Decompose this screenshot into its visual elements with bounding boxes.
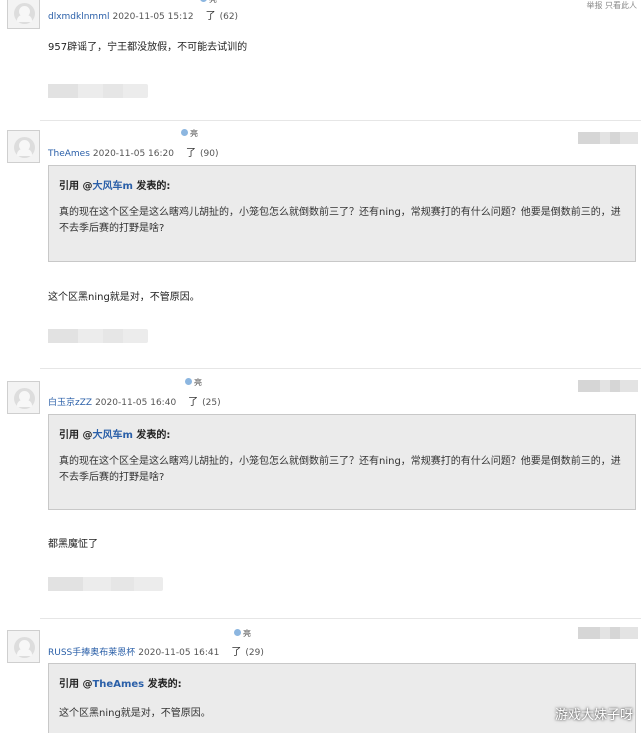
quote-block: 引用 @大风车m 发表的: 真的现在这个区全是这么瞎鸡儿胡扯的，小笼包怎么就倒数… <box>48 414 636 510</box>
quote-header: 引用 @TheAmes 发表的: <box>59 679 182 690</box>
quote-text: 这个区黑ning就是对，不管原因。 <box>59 708 211 719</box>
post-content: 这个区黑ning就是对，不管原因。 <box>48 292 200 303</box>
liao-button[interactable]: 了 <box>231 647 241 658</box>
post-time: 2020-11-05 16:40 <box>95 398 177 408</box>
quote-block: 引用 @TheAmes 发表的: 这个区黑ning就是对，不管原因。 <box>48 663 636 733</box>
reply-toolbar <box>578 380 638 392</box>
light-up-button[interactable]: 亮 <box>234 628 251 639</box>
post-meta: 白玉京zZZ 2020-11-05 16:40 了 (25) <box>48 393 221 408</box>
username-link[interactable]: dlxmdklnmml <box>48 12 109 22</box>
light-up-button[interactable]: 亮 <box>200 0 217 5</box>
bulb-icon <box>234 629 241 636</box>
divider <box>40 368 641 369</box>
quote-author-link[interactable]: 大风车m <box>92 181 132 192</box>
avatar[interactable] <box>7 0 40 29</box>
username-link[interactable]: TheAmes <box>48 149 90 159</box>
liao-button[interactable]: 了 <box>206 11 216 22</box>
post-meta: TheAmes 2020-11-05 16:20 了 (90) <box>48 144 218 159</box>
username-link[interactable]: 白玉京zZZ <box>48 398 92 408</box>
quote-block: 引用 @大风车m 发表的: 真的现在这个区全是这么瞎鸡儿胡扯的，小笼包怎么就倒数… <box>48 165 636 262</box>
post-time: 2020-11-05 15:12 <box>112 12 194 22</box>
divider <box>40 618 641 619</box>
liao-count: (29) <box>245 648 264 658</box>
post-content: 957辟谣了，宁王都没放假，不可能去试训的 <box>48 42 248 53</box>
quote-author-link[interactable]: 大风车m <box>92 430 132 441</box>
bulb-icon <box>200 0 207 2</box>
reply-post-4: 亮 RUSS手捧奥布莱恩杯 2020-11-05 16:41 了 (29) 引用 @T… <box>0 618 641 733</box>
reply-post-2: 亮 TheAmes 2020-11-05 16:20 了 (90) 引用 @大风车m … <box>0 120 641 368</box>
post-time: 2020-11-05 16:20 <box>92 149 174 159</box>
quote-text: 真的现在这个区全是这么瞎鸡儿胡扯的，小笼包怎么就倒数前三了？还有ning，常规赛… <box>59 207 621 234</box>
liao-count: (25) <box>202 398 221 408</box>
blurred-signature <box>48 84 148 98</box>
liao-button[interactable]: 了 <box>188 397 198 408</box>
reply-toolbar <box>578 627 638 639</box>
post-content: 都黑魔怔了 <box>48 539 98 550</box>
light-up-button[interactable]: 亮 <box>181 128 198 139</box>
quote-text: 真的现在这个区全是这么瞎鸡儿胡扯的，小笼包怎么就倒数前三了？还有ning，常规赛… <box>59 456 621 483</box>
quote-author-link[interactable]: TheAmes <box>92 679 144 690</box>
blurred-signature <box>48 329 148 343</box>
username-link[interactable]: RUSS手捧奥布莱恩杯 <box>48 648 135 658</box>
bulb-icon <box>181 129 188 136</box>
blurred-signature <box>48 577 163 591</box>
avatar[interactable] <box>7 381 40 414</box>
bulb-icon <box>185 378 192 385</box>
divider <box>40 120 641 121</box>
watermark: 游戏大妹子呀 <box>554 708 633 723</box>
post-meta: dlxmdklnmml 2020-11-05 15:12 了 (62) <box>48 7 238 22</box>
liao-button[interactable]: 了 <box>186 148 196 159</box>
reply-post-1: 亮 dlxmdklnmml2020-11-05 15:12 了(62) 957辟谣… <box>0 0 641 120</box>
avatar[interactable] <box>7 630 40 663</box>
avatar[interactable] <box>7 130 40 163</box>
light-up-button[interactable]: 亮 <box>185 377 202 388</box>
liao-count: (90) <box>200 149 219 159</box>
reply-post-3: 亮 白玉京zZZ 2020-11-05 16:40 了 (25) 引用 @大风车m 发… <box>0 368 641 618</box>
post-time: 2020-11-05 16:41 <box>138 648 220 658</box>
reply-toolbar <box>578 132 638 144</box>
quote-header: 引用 @大风车m 发表的: <box>59 430 171 441</box>
liao-count: (62) <box>219 12 239 22</box>
post-meta: RUSS手捧奥布莱恩杯 2020-11-05 16:41 了 (29) <box>48 643 264 658</box>
quote-header: 引用 @大风车m 发表的: <box>59 181 171 192</box>
